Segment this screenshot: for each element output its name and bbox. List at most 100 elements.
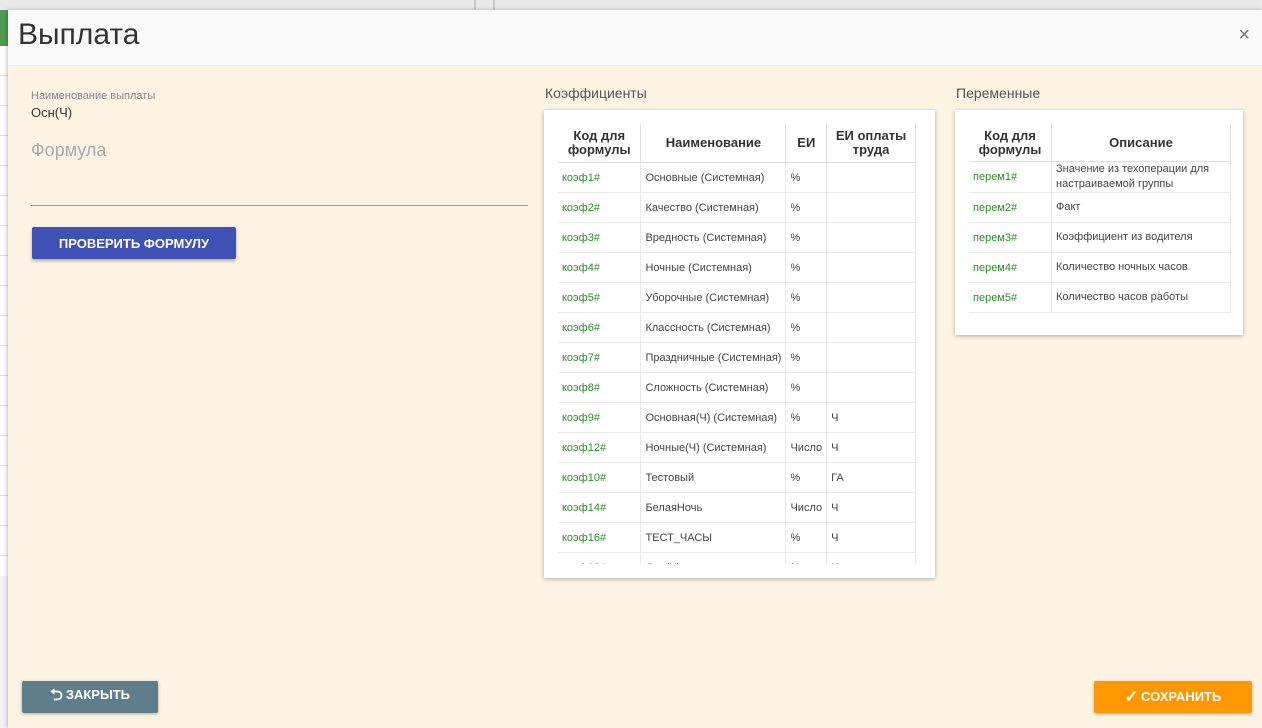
table-row[interactable]: коэф4# Ночные (Системная)%: [558, 252, 916, 283]
table-cell: Количество часов работы: [1051, 282, 1231, 313]
formula-code-cell: коэф9#: [558, 402, 642, 433]
table-cell: Ч: [826, 402, 916, 433]
formula-code-cell: коэф18#: [558, 552, 642, 564]
table-row[interactable]: перем3# Коэффициент из водителя: [969, 222, 1231, 253]
modal-header: Выплата ×: [8, 10, 1262, 66]
table-cell: Факт: [1051, 192, 1231, 223]
table-cell: Тестовый: [640, 462, 787, 493]
background-divider: [493, 0, 495, 10]
formula-code-cell: коэф16#: [558, 522, 642, 553]
undo-icon: ⮌: [50, 686, 63, 704]
table-cell: БелаяНочь: [640, 492, 787, 523]
save-button-label: СОХРАНИТЬ: [1141, 689, 1222, 704]
background-divider: [474, 0, 476, 10]
table-row[interactable]: перем2# Факт: [969, 192, 1231, 223]
table-cell: Классность (Системная): [640, 312, 787, 343]
table-cell: Вредность (Системная): [640, 222, 787, 253]
background-tab: [0, 10, 8, 46]
table-cell: [826, 312, 916, 343]
variables-card: Код для формулы Описание перем1# Значение …: [955, 110, 1243, 335]
table-cell: Значение из техоперации для настраиваемо…: [1051, 161, 1231, 193]
close-icon[interactable]: ×: [1238, 24, 1250, 46]
table-cell: Ч: [826, 522, 916, 553]
table-cell: %: [785, 522, 828, 553]
table-cell: Ночные(Ч) (Системная): [640, 432, 787, 463]
table-cell: Число: [785, 492, 828, 523]
formula-code-cell: коэф8#: [558, 372, 642, 403]
table-row[interactable]: коэф6# Классность (Системная)%: [558, 312, 916, 343]
table-cell: %: [785, 282, 828, 313]
table-cell: Основные (Системная): [640, 162, 787, 193]
formula-code-cell: коэф7#: [558, 342, 642, 373]
column-header: ЕИ: [785, 124, 828, 163]
column-header: Код для формулы: [969, 124, 1052, 162]
table-row[interactable]: коэф10# Тестовый% ГА: [558, 462, 916, 493]
table-cell: Ч: [826, 492, 916, 523]
table-cell: Коэффициент из водителя: [1051, 222, 1231, 253]
table-row[interactable]: коэф18#Осн(Ч)%Ч: [558, 552, 916, 564]
column-header: Наименование: [640, 124, 787, 163]
formula-code-cell: коэф10#: [558, 462, 642, 493]
table-cell: Уборочные (Системная): [640, 282, 787, 313]
table-row[interactable]: коэф1# Основные (Системная)%: [558, 162, 916, 193]
table-cell: Качество (Системная): [640, 192, 787, 223]
formula-input[interactable]: [31, 170, 528, 206]
table-cell: %: [785, 312, 828, 343]
variables-scroll-area[interactable]: Код для формулы Описание перем1# Значение …: [969, 124, 1231, 329]
formula-code-cell: коэф4#: [558, 252, 642, 283]
table-row[interactable]: коэф9# Основная(Ч) (Системная)% Ч: [558, 402, 916, 433]
table-row[interactable]: коэф14# БелаяНочь Число Ч: [558, 492, 916, 523]
close-button-label: ЗАКРЫТЬ: [65, 686, 130, 702]
table-cell: Ночные (Системная): [640, 252, 787, 283]
table-cell: [826, 222, 916, 253]
formula-code-cell: коэф2#: [558, 192, 642, 223]
table-cell: [826, 282, 916, 313]
table-cell: %: [785, 402, 828, 433]
table-row[interactable]: коэф3# Вредность (Системная)%: [558, 222, 916, 253]
table-row[interactable]: коэф5# Уборочные (Системная)%: [558, 282, 916, 313]
column-header: Код для формулы: [558, 124, 642, 163]
check-icon: ✓: [1124, 689, 1139, 706]
check-formula-button[interactable]: ПРОВЕРИТЬ ФОРМУЛУ: [32, 227, 236, 259]
table-cell: Ч: [826, 432, 916, 463]
coefficients-scroll-area[interactable]: Код для формулы Наименование ЕИ ЕИ оплаты т…: [558, 124, 916, 564]
background-table-rows: [0, 46, 8, 576]
formula-code-cell: перем1#: [969, 161, 1052, 193]
table-cell: Сложность (Системная): [640, 372, 787, 403]
table-cell: ТЕСТ_ЧАСЫ: [640, 522, 787, 553]
close-button[interactable]: ⮌ ЗАКРЫТЬ: [22, 681, 158, 713]
table-cell: %: [785, 342, 828, 373]
table-cell: %: [785, 162, 828, 193]
column-header: ЕИ оплаты труда: [826, 124, 916, 163]
table-row[interactable]: перем1# Значение из техоперации для настр…: [969, 161, 1231, 193]
table-cell: Осн(Ч): [640, 552, 787, 564]
table-cell: %: [785, 552, 828, 564]
formula-code-cell: перем3#: [969, 222, 1052, 253]
table-row[interactable]: коэф16# ТЕСТ_ЧАСЫ% Ч: [558, 522, 916, 553]
table-cell: Основная(Ч) (Системная): [640, 402, 787, 433]
formula-code-cell: перем4#: [969, 252, 1052, 283]
modal-title: Выплата: [18, 18, 140, 51]
table-row[interactable]: перем5# Количество часов работы: [969, 282, 1231, 313]
table-cell: [826, 162, 916, 193]
table-row[interactable]: коэф12# Ночные(Ч) (Системная) Число Ч: [558, 432, 916, 463]
coefficients-title: Коэффициенты: [545, 85, 647, 101]
table-row[interactable]: коэф8# Сложность (Системная)%: [558, 372, 916, 403]
table-cell: Количество ночных часов: [1051, 252, 1231, 283]
table-cell: %: [785, 372, 828, 403]
table-cell: %: [785, 462, 828, 493]
save-button[interactable]: ✓ СОХРАНИТЬ: [1094, 681, 1252, 713]
table-cell: %: [785, 252, 828, 283]
formula-code-cell: коэф1#: [558, 162, 642, 193]
table-cell: ГА: [826, 462, 916, 493]
table-row[interactable]: коэф2# Качество (Системная)%: [558, 192, 916, 223]
formula-code-cell: перем5#: [969, 282, 1052, 313]
formula-label: Формула: [31, 140, 107, 160]
table-cell: Число: [785, 432, 828, 463]
variables-table: Код для формулы Описание перем1# Значение …: [969, 124, 1231, 313]
payment-name-label: Наименование выплаты: [31, 90, 156, 102]
table-cell: [826, 342, 916, 373]
table-row[interactable]: перем4# Количество ночных часов: [969, 252, 1231, 283]
table-row[interactable]: коэф7# Праздничные (Системная)%: [558, 342, 916, 373]
table-cell: [826, 192, 916, 223]
